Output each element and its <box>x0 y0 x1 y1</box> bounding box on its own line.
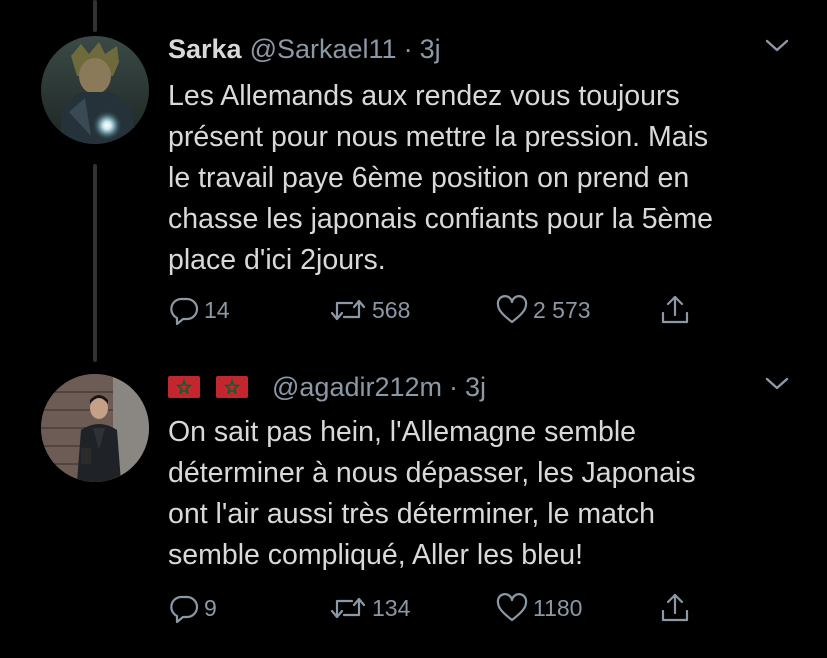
reply-count: 14 <box>204 296 230 323</box>
retweet-button[interactable]: 568 <box>328 294 410 326</box>
tweet-header: Sarka @Sarkael11 · 3j <box>168 32 441 66</box>
share-icon <box>658 293 692 327</box>
reply-button[interactable]: 9 <box>168 592 217 624</box>
heart-icon <box>495 592 529 624</box>
heart-icon <box>495 294 529 326</box>
separator-dot: · <box>403 33 413 64</box>
tweet-actions: 14 568 2 573 <box>168 294 728 326</box>
tweet-header: @agadir212m · 3j <box>168 370 486 404</box>
morocco-flag-icon <box>168 376 200 398</box>
retweet-count: 134 <box>372 594 411 621</box>
tweet-text: On sait pas hein, l'Allemagne semble dét… <box>168 416 696 571</box>
chevron-down-icon[interactable] <box>764 374 790 394</box>
avatar[interactable] <box>41 36 149 144</box>
retweet-button[interactable]: 134 <box>328 592 410 624</box>
tweet-text: Les Allemands aux rendez vous toujours p… <box>168 80 713 276</box>
reply-count: 9 <box>204 594 217 621</box>
tweet-actions: 9 134 1180 <box>168 592 728 624</box>
thread-line <box>93 0 97 32</box>
display-name[interactable] <box>168 376 264 398</box>
share-icon <box>658 591 692 625</box>
reply-button[interactable]: 14 <box>168 294 230 326</box>
reply-icon <box>168 592 200 624</box>
separator-dot: · <box>449 371 459 402</box>
share-button[interactable] <box>658 592 692 624</box>
avatar[interactable] <box>41 374 149 482</box>
display-name[interactable]: Sarka <box>168 34 242 65</box>
morocco-flag-icon <box>216 376 248 398</box>
like-button[interactable]: 2 573 <box>495 294 591 326</box>
like-count: 2 573 <box>533 296 591 323</box>
chevron-down-icon[interactable] <box>764 36 790 56</box>
user-handle[interactable]: @agadir212m <box>272 372 442 403</box>
timestamp[interactable]: 3j <box>420 34 441 65</box>
like-count: 1180 <box>533 594 583 621</box>
user-handle[interactable]: @Sarkael11 <box>250 34 397 65</box>
retweet-icon <box>328 294 368 326</box>
retweet-icon <box>328 592 368 624</box>
thread-line <box>93 164 97 362</box>
timestamp[interactable]: 3j <box>465 372 486 403</box>
share-button[interactable] <box>658 294 692 326</box>
like-button[interactable]: 1180 <box>495 592 582 624</box>
reply-icon <box>168 294 200 326</box>
retweet-count: 568 <box>372 296 411 323</box>
